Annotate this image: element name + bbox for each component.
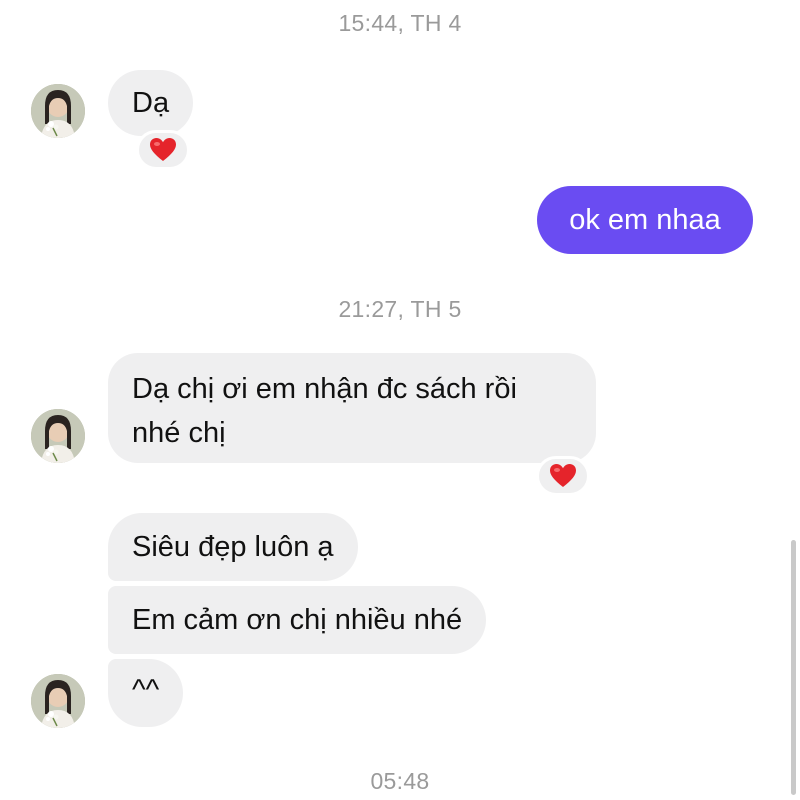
scrollbar[interactable] xyxy=(791,540,796,795)
timestamp: 15:44, TH 4 xyxy=(338,10,462,36)
timestamp: 21:27, TH 5 xyxy=(338,296,462,322)
avatar-photo xyxy=(31,409,85,463)
incoming-message[interactable]: Dạ chị ơi em nhận đc sách rồi nhé chị xyxy=(108,353,596,463)
heart-icon xyxy=(150,138,176,161)
reaction-badge[interactable] xyxy=(136,130,190,170)
outgoing-message[interactable]: ok em nhaa xyxy=(537,186,753,254)
contact-avatar[interactable] xyxy=(31,674,85,728)
heart-icon xyxy=(550,464,576,487)
message-line: Dạ chị ơi em nhận đc sách rồi xyxy=(132,373,517,405)
avatar-photo xyxy=(31,674,85,728)
incoming-message[interactable]: Em cảm ơn chị nhiều nhé xyxy=(108,586,487,654)
reaction-badge[interactable] xyxy=(536,456,590,496)
incoming-message[interactable]: ^^ xyxy=(108,659,184,727)
contact-avatar[interactable] xyxy=(31,84,85,138)
timestamp: 05:48 xyxy=(370,768,430,794)
message-line: nhé chị xyxy=(132,417,226,449)
avatar-photo xyxy=(31,84,85,138)
incoming-message[interactable]: Siêu đẹp luôn ạ xyxy=(108,513,358,581)
contact-avatar[interactable] xyxy=(31,409,85,463)
chat-thread[interactable]: 15:44, TH 4 Dạ ok em nhaa 21:27, TH 5 Dạ… xyxy=(0,0,800,800)
incoming-message[interactable]: Dạ xyxy=(108,70,194,136)
